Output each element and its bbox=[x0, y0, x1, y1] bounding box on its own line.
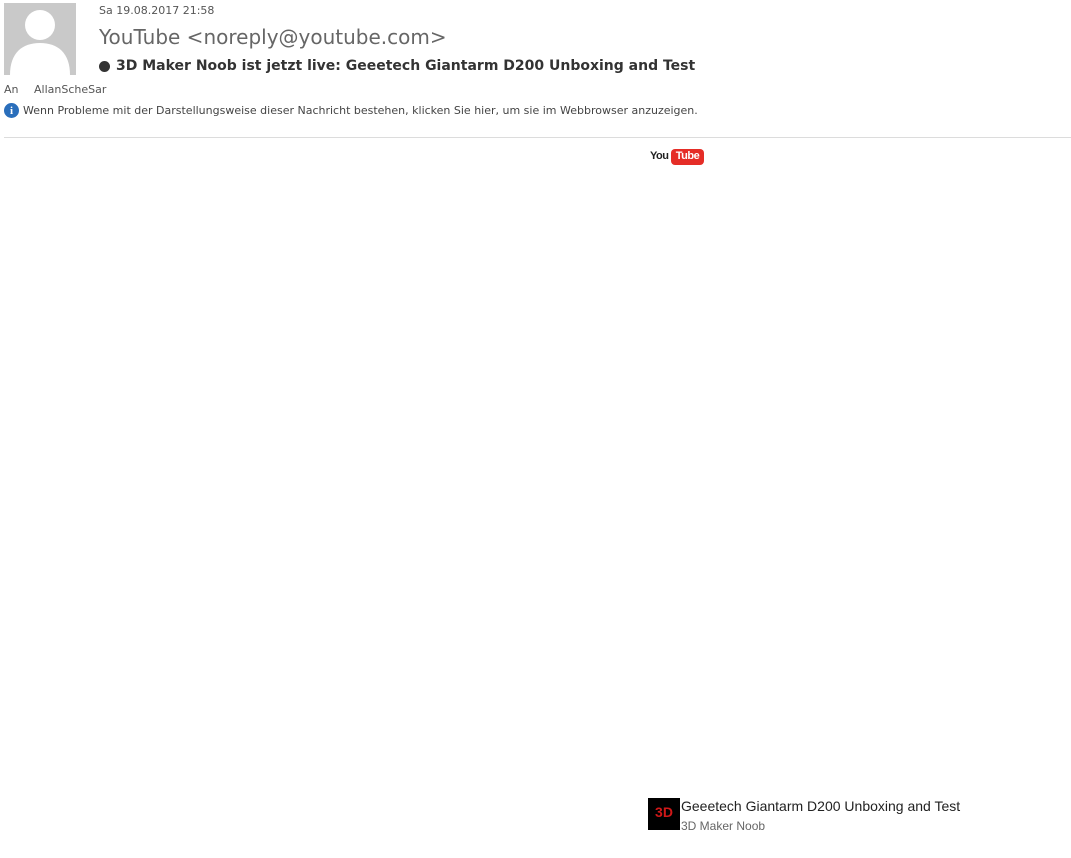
channel-thumbnail-logo: 3D bbox=[655, 804, 673, 820]
info-bar-text[interactable]: Wenn Probleme mit der Darstellungsweise … bbox=[23, 104, 698, 117]
recipient-label: An bbox=[4, 83, 19, 96]
youtube-logo[interactable]: You Tube bbox=[650, 144, 704, 166]
video-text: Geeetech Giantarm D200 Unboxing and Test… bbox=[681, 798, 960, 834]
video-channel[interactable]: 3D Maker Noob bbox=[681, 818, 960, 834]
subject-text: 3D Maker Noob ist jetzt live: Geeetech G… bbox=[116, 58, 696, 74]
live-dot-icon bbox=[99, 60, 110, 72]
recipient-row: An AllanScheSar bbox=[4, 83, 106, 96]
recipient-name[interactable]: AllanScheSar bbox=[34, 83, 106, 96]
channel-thumbnail[interactable]: 3D bbox=[648, 798, 680, 830]
info-icon: i bbox=[4, 103, 19, 118]
person-silhouette-icon bbox=[10, 10, 70, 75]
header-divider bbox=[4, 137, 1071, 138]
info-bar[interactable]: i Wenn Probleme mit der Darstellungsweis… bbox=[4, 103, 698, 118]
video-title[interactable]: Geeetech Giantarm D200 Unboxing and Test bbox=[681, 798, 960, 815]
message-date: Sa 19.08.2017 21:58 bbox=[99, 4, 215, 17]
message-sender[interactable]: YouTube <noreply@youtube.com> bbox=[99, 25, 447, 49]
email-reading-pane: Sa 19.08.2017 21:58 YouTube <noreply@you… bbox=[0, 0, 1071, 858]
youtube-logo-you: You bbox=[650, 150, 669, 162]
sender-avatar bbox=[4, 3, 76, 75]
message-subject: 3D Maker Noob ist jetzt live: Geeetech G… bbox=[99, 58, 695, 74]
video-card[interactable]: 3D Geeetech Giantarm D200 Unboxing and T… bbox=[648, 798, 960, 834]
youtube-logo-tube: Tube bbox=[671, 149, 704, 165]
